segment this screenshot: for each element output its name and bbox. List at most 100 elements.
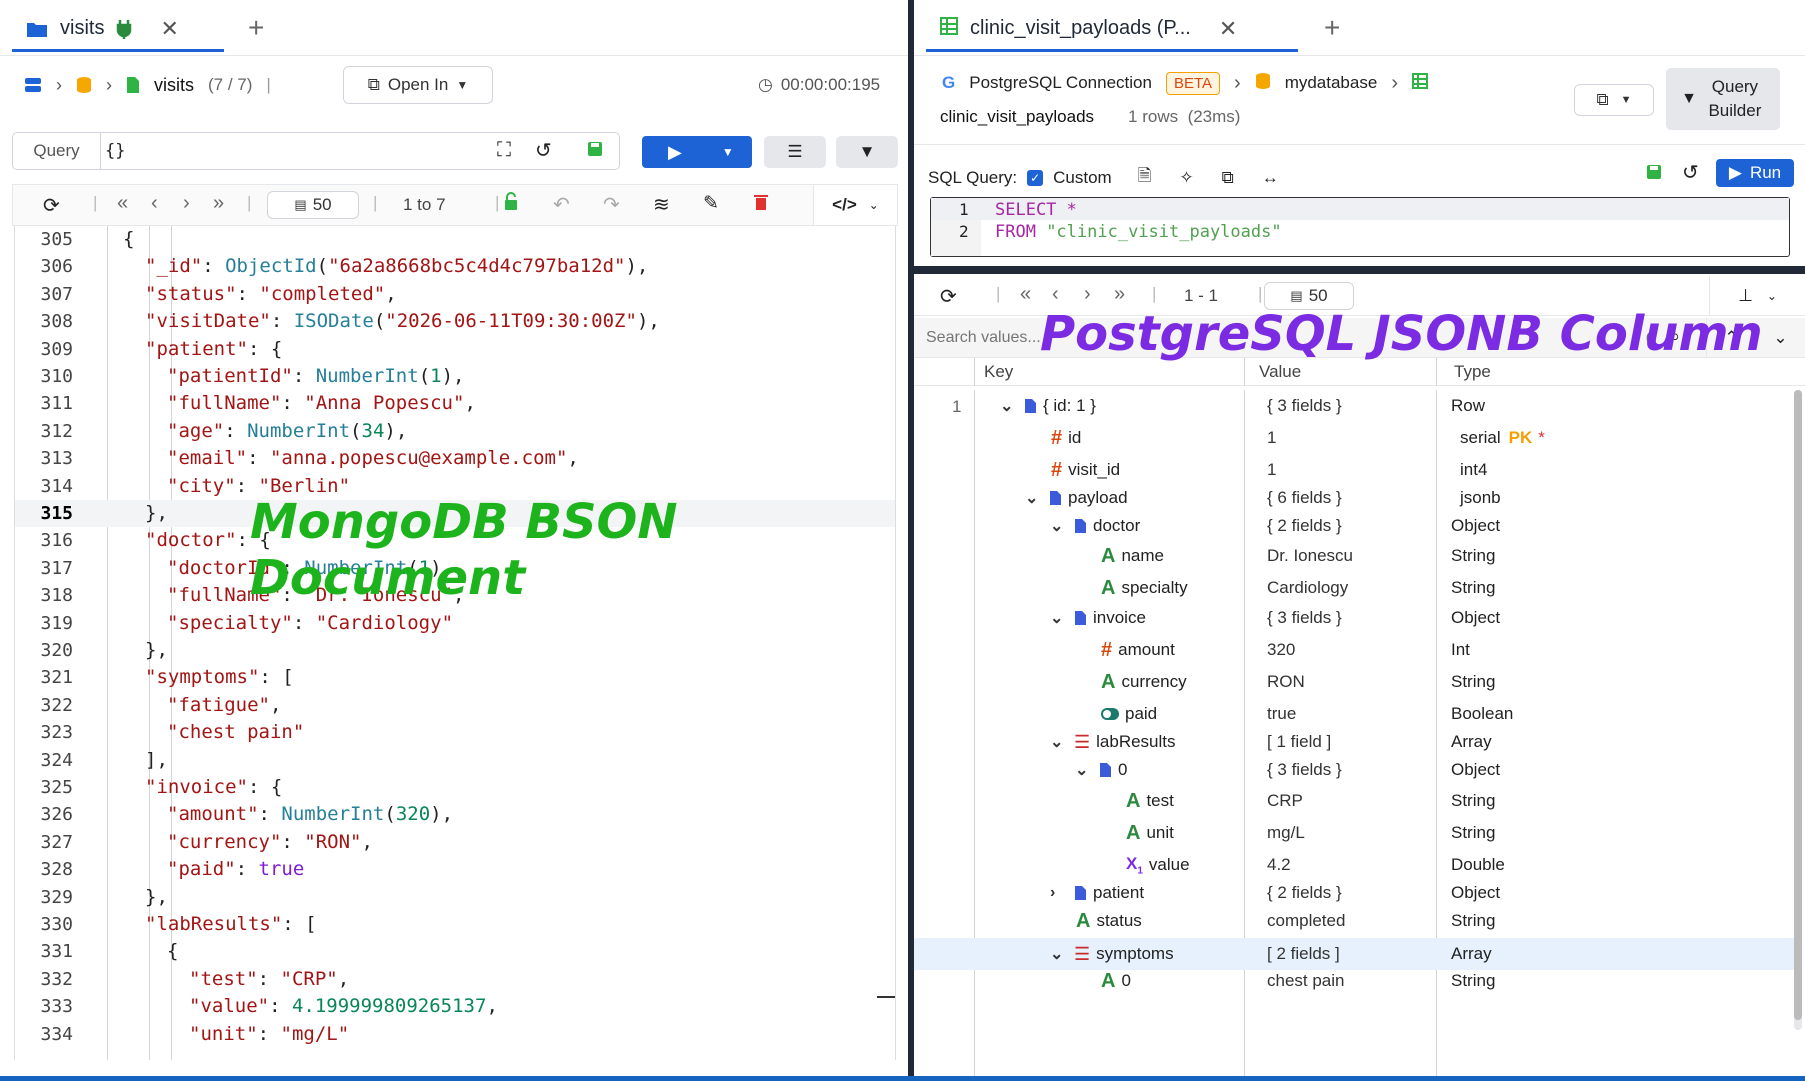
export-button[interactable]: ⧉ ▼ [1574,84,1654,116]
key-label: currency [1121,672,1187,691]
view-mode-select[interactable]: </> ⌄ [813,185,897,225]
table-icon [1411,72,1428,94]
fullscreen-icon[interactable]: ⛶ [497,139,511,162]
tree-row[interactable]: Aname Dr. Ionescu String [914,540,1794,572]
caret-down-icon: ▼ [456,78,469,92]
new-tab-button[interactable]: + [1324,12,1340,44]
column-key[interactable]: Key [984,362,1013,382]
chevron-right-icon: › [1234,71,1241,94]
magic-wand-icon[interactable]: ✧ [1179,168,1193,188]
chevron-down-icon[interactable]: ⌄ [1050,944,1068,964]
caret-down-icon[interactable]: ▼ [722,145,734,159]
chevron-down-icon[interactable]: ⌄ [1050,516,1068,536]
tree-row[interactable]: Atest CRP String [914,785,1794,817]
tree-row[interactable]: Acurrency RON String [914,666,1794,698]
chevron-down-icon[interactable]: ⌄ [1050,732,1068,752]
tree-row[interactable]: 1 ⌄ { id: 1 } { 3 fields } Row [914,390,1794,422]
chevron-down-icon[interactable]: ⌄ [1000,396,1018,416]
filter-button[interactable]: ▼ [836,136,898,168]
sql-editor[interactable]: 1 2 SELECT * FROM "clinic_visit_payloads… [930,197,1790,257]
code-text: "unit": "mg/L" [189,1022,350,1045]
refresh-icon[interactable]: ⟳ [43,193,60,218]
query-input[interactable]: {} [105,141,125,161]
edit-icon[interactable]: ✎ [703,192,719,215]
copy-icon[interactable]: ⧉ [1222,168,1234,188]
key-label: visit_id [1068,460,1121,479]
prev-page-icon[interactable]: ‹ [1052,283,1059,306]
line-number: 311 [40,393,73,415]
key-cell: # id [1051,422,1081,454]
close-tab-icon[interactable]: ✕ [160,16,178,42]
boolean-icon [1101,708,1119,720]
next-page-icon[interactable]: › [1084,283,1091,306]
expand-horizontal-icon[interactable]: ↔ [1262,168,1279,188]
refresh-icon[interactable]: ⟳ [940,284,957,309]
options-button[interactable]: ☰ [764,136,826,168]
first-page-icon[interactable]: « [117,192,128,215]
key-label: invoice [1093,608,1146,627]
tree-row[interactable]: Aspecialty Cardiology String [914,572,1794,604]
tab-visits[interactable]: visits ✕ [12,8,224,52]
tree-row[interactable]: Astatus completed String [914,905,1794,937]
scrollbar[interactable] [1794,390,1802,1030]
run-query-button[interactable]: ▶ ▼ [642,136,752,168]
file-icon[interactable]: 🗎 [1138,163,1152,192]
history-icon[interactable]: ↺ [535,138,552,163]
close-tab-icon[interactable]: ✕ [1219,16,1237,42]
chevron-right-icon: › [1391,71,1398,94]
database-icon[interactable] [76,76,92,94]
document-count: (7 / 7) [208,75,253,94]
new-tab-button[interactable]: + [248,12,264,44]
page-size-select[interactable]: ▤ 50 [267,191,359,219]
separator: | [996,284,1001,303]
column-value[interactable]: Value [1259,362,1301,382]
last-page-icon[interactable]: » [1114,283,1125,306]
chevron-down-icon[interactable]: ⌄ [1050,608,1068,628]
chevron-right-icon[interactable]: › [1050,884,1068,902]
line-number: 313 [40,448,73,470]
undo-icon[interactable]: ↶ [553,192,570,217]
save-icon[interactable] [587,141,603,162]
custom-checkbox[interactable]: ✓ [1027,169,1044,186]
chevron-down-icon[interactable]: ⌄ [1773,328,1787,348]
save-icon[interactable] [1646,164,1662,185]
lock-icon[interactable] [503,192,519,217]
separator: | [495,193,500,212]
layers-icon[interactable]: ≋ [653,192,670,217]
code-line: 319 "specialty": "Cardiology" [15,610,895,637]
tab-clinic-visit-payloads[interactable]: clinic_visit_payloads (P... ✕ [926,8,1298,52]
code-text: "chest pain" [167,721,305,744]
code-text: "status": "completed", [145,282,397,305]
scrollbar-thumb[interactable] [1794,390,1802,1020]
prev-page-icon[interactable]: ‹ [151,192,158,215]
trash-icon[interactable] [753,192,769,217]
database-name[interactable]: mydatabase [1285,73,1378,93]
tree-row[interactable]: Aunit mg/L String [914,817,1794,849]
run-sql-button[interactable]: ▶ Run [1716,159,1794,187]
history-icon[interactable]: ↺ [1682,160,1699,185]
last-page-icon[interactable]: » [213,192,224,215]
chevron-right-icon: › [56,74,62,95]
open-in-button[interactable]: ⧉ Open In ▼ [343,66,493,104]
column-type[interactable]: Type [1454,362,1491,382]
code-text: "visitDate": ISODate("2026-06-11T09:30:0… [145,310,660,333]
tree-row[interactable]: # amount 320 Int [914,634,1794,666]
query-builder-button[interactable]: ▼ Query Builder [1666,68,1780,130]
value-cell: CRP [1267,791,1303,810]
tree-row[interactable]: # id 1 serial PK * [914,422,1794,454]
code-line: 324], [15,747,895,774]
tree-row[interactable]: ⌄ doctor { 2 fields } Object [914,510,1794,542]
chevron-down-icon[interactable]: ⌄ [1025,488,1043,508]
redo-icon[interactable]: ↷ [603,192,620,217]
first-page-icon[interactable]: « [1020,283,1031,306]
connection-name[interactable]: PostgreSQL Connection [969,73,1152,93]
type-cell: serial PK * [1460,428,1545,447]
server-icon[interactable] [24,77,42,93]
tree-row[interactable]: A 0 chest pain String [914,965,1794,997]
chevron-down-icon[interactable]: ⌄ [1075,760,1093,780]
mongodb-pane: visits ✕ + › › visits (7 / 7) | ⧉ Open I… [0,0,908,1081]
tree-row[interactable]: ⌄ 0{ 3 fields } Object [914,754,1794,786]
next-page-icon[interactable]: › [183,192,190,215]
json-editor[interactable]: 305 {306 "_id": ObjectId("6a2a8668bc5c4d4c… [14,226,896,1060]
tree-row[interactable]: ⌄ invoice { 3 fields } Object [914,602,1794,634]
